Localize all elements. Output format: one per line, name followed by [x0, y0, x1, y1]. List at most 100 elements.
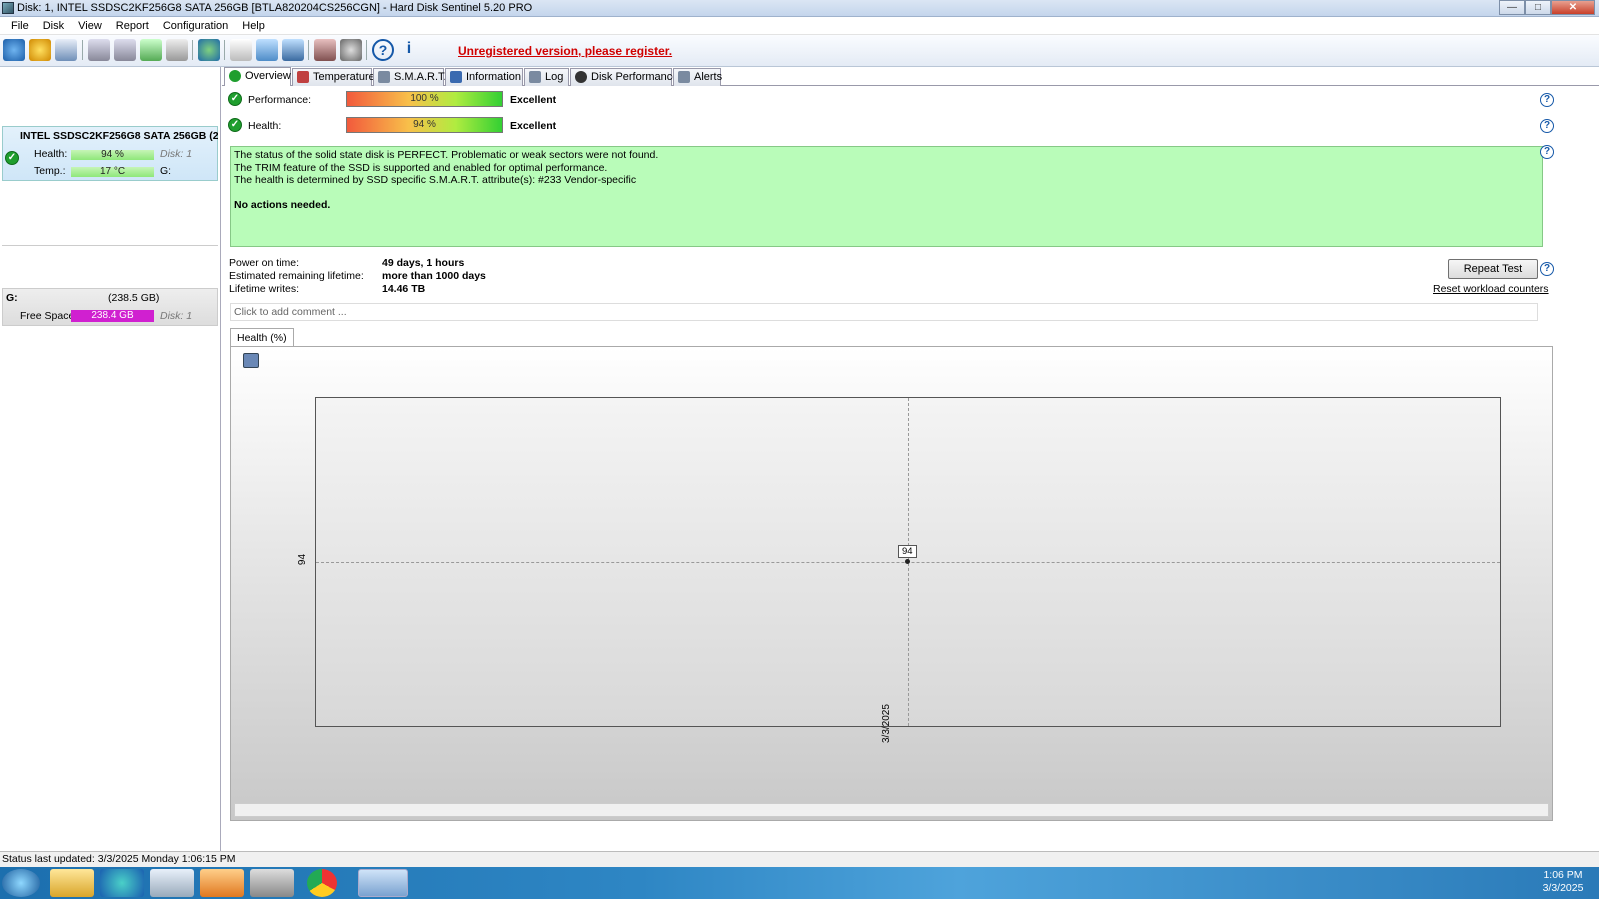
disk-entry[interactable]: INTEL SSDSC2KF256G8 SATA 256GB (238.5 ✓ …: [2, 126, 218, 181]
tab-strip: Overview Temperature S.M.A.R.T. Informat…: [222, 67, 1599, 87]
settings-icon[interactable]: [340, 39, 362, 61]
power-on-value: 49 days, 1 hours: [382, 257, 465, 269]
self-test-icon[interactable]: [140, 39, 162, 61]
minimize-button[interactable]: —: [1499, 0, 1525, 15]
status-line: The status of the solid state disk is PE…: [234, 149, 659, 161]
help-icon[interactable]: ?: [1540, 145, 1554, 159]
taskbar: 1:06 PM 3/3/2025: [0, 867, 1599, 899]
tab-information[interactable]: Information: [445, 68, 523, 86]
health-bar: 94 %: [346, 117, 503, 133]
disk-info-icon[interactable]: [55, 39, 77, 61]
smart-icon: [378, 71, 390, 83]
volume-entry[interactable]: G: (238.5 GB) Free Space 238.4 GB Disk: …: [2, 288, 218, 326]
toolbar: ? i Unregistered version, please registe…: [0, 35, 1599, 67]
remaining-lifetime-value: more than 1000 days: [382, 270, 486, 282]
warning-icon[interactable]: [29, 39, 51, 61]
graph-tab-health[interactable]: Health (%): [230, 328, 294, 347]
menu-help[interactable]: Help: [235, 17, 272, 34]
edge-icon[interactable]: [100, 869, 144, 897]
info-icon[interactable]: i: [398, 39, 420, 61]
report-icon[interactable]: [230, 39, 252, 61]
status-bar: Status last updated: 3/3/2025 Monday 1:0…: [0, 851, 1599, 867]
performance-rating: Excellent: [510, 94, 557, 106]
free-space-bar: 238.4 GB: [71, 310, 154, 322]
disk-list-panel: INTEL SSDSC2KF256G8 SATA 256GB (238.5 ✓ …: [0, 67, 221, 851]
x-tick-label: 3/3/2025: [881, 704, 892, 743]
disk-name: INTEL SSDSC2KF256G8 SATA 256GB (238.5: [20, 130, 218, 142]
temp-bar: 17 °C: [71, 167, 154, 177]
chart-icon[interactable]: [314, 39, 336, 61]
help-icon[interactable]: ?: [1540, 119, 1554, 133]
tab-temperature[interactable]: Temperature: [292, 68, 375, 86]
sync-icon[interactable]: [256, 39, 278, 61]
tab-disk-performance[interactable]: Disk Performance: [570, 68, 678, 86]
tab-overview[interactable]: Overview: [224, 67, 291, 87]
globe-icon[interactable]: [198, 39, 220, 61]
refresh-icon[interactable]: [3, 39, 25, 61]
health-graph-panel: 94 94 3/3/2025: [230, 346, 1553, 821]
menu-disk[interactable]: Disk: [36, 17, 71, 34]
info-icon: [450, 71, 462, 83]
tab-log[interactable]: Log: [524, 68, 569, 86]
comment-input[interactable]: Click to add comment ...: [230, 303, 1538, 321]
close-button[interactable]: ✕: [1551, 0, 1595, 15]
performance-label: Performance:: [248, 94, 312, 106]
health-bar: 94 %: [71, 150, 154, 160]
surface-test-icon[interactable]: [114, 39, 136, 61]
volume-size: (238.5 GB): [108, 292, 160, 304]
menu-report[interactable]: Report: [109, 17, 156, 34]
tab-alerts[interactable]: Alerts: [673, 68, 722, 86]
menu-file[interactable]: File: [4, 17, 36, 34]
check-icon: ✓: [5, 151, 19, 165]
data-point: [905, 559, 910, 564]
free-space-label: Free Space: [20, 310, 75, 322]
reset-workload-link[interactable]: Reset workload counters: [1433, 283, 1549, 295]
volume-disk: Disk: 1: [160, 310, 193, 322]
tools-icon[interactable]: [166, 39, 188, 61]
actions-text: No actions needed.: [234, 198, 331, 211]
help-icon[interactable]: ?: [372, 39, 394, 61]
log-icon: [529, 71, 541, 83]
repeat-test-button[interactable]: Repeat Test: [1448, 259, 1538, 279]
chrome-icon[interactable]: [307, 869, 337, 897]
title-bar: Disk: 1, INTEL SSDSC2KF256G8 SATA 256GB …: [0, 0, 1599, 17]
health-label: Health:: [248, 120, 282, 132]
file-explorer-icon[interactable]: [50, 869, 94, 897]
check-icon: [229, 70, 241, 82]
register-link[interactable]: Unregistered version, please register.: [458, 44, 672, 58]
hard-disk-sentinel-taskbar-icon[interactable]: [358, 869, 408, 897]
volume-letter: G:: [6, 292, 18, 304]
notepad-icon[interactable]: [150, 869, 194, 897]
menu-view[interactable]: View: [71, 17, 109, 34]
status-line: The TRIM feature of the SSD is supported…: [234, 161, 608, 174]
status-line: The health is determined by SSD specific…: [234, 174, 637, 186]
health-rating: Excellent: [510, 120, 557, 132]
help-icon[interactable]: ?: [1540, 93, 1554, 107]
test-icon[interactable]: [88, 39, 110, 61]
temp-drive: G:: [160, 165, 172, 177]
data-label: 94: [898, 545, 917, 558]
app-icon: [2, 2, 14, 14]
menu-bar: File Disk View Report Configuration Help: [0, 17, 1599, 35]
thermometer-icon: [297, 71, 309, 83]
maximize-button[interactable]: □: [1525, 0, 1551, 15]
clock[interactable]: 1:06 PM 3/3/2025: [1533, 869, 1593, 895]
alerts-icon: [678, 71, 690, 83]
performance-icon: [575, 71, 587, 83]
y-tick-label: 94: [297, 553, 309, 566]
start-button-icon[interactable]: [2, 869, 40, 897]
menu-configuration[interactable]: Configuration: [156, 17, 235, 34]
paint-icon[interactable]: [250, 869, 294, 897]
graph-scrollbar[interactable]: [234, 803, 1549, 817]
network-icon[interactable]: [282, 39, 304, 61]
save-icon[interactable]: [243, 353, 259, 368]
status-message-box: The status of the solid state disk is PE…: [230, 146, 1543, 247]
tab-smart[interactable]: S.M.A.R.T.: [373, 68, 447, 86]
media-player-icon[interactable]: [200, 869, 244, 897]
plot-area: 94: [315, 397, 1501, 727]
temp-label: Temp.:: [34, 165, 66, 177]
performance-check-icon: ✓: [228, 92, 242, 106]
lifetime-writes-label: Lifetime writes:: [229, 283, 300, 295]
help-icon[interactable]: ?: [1540, 262, 1554, 276]
power-on-label: Power on time:: [229, 257, 300, 269]
